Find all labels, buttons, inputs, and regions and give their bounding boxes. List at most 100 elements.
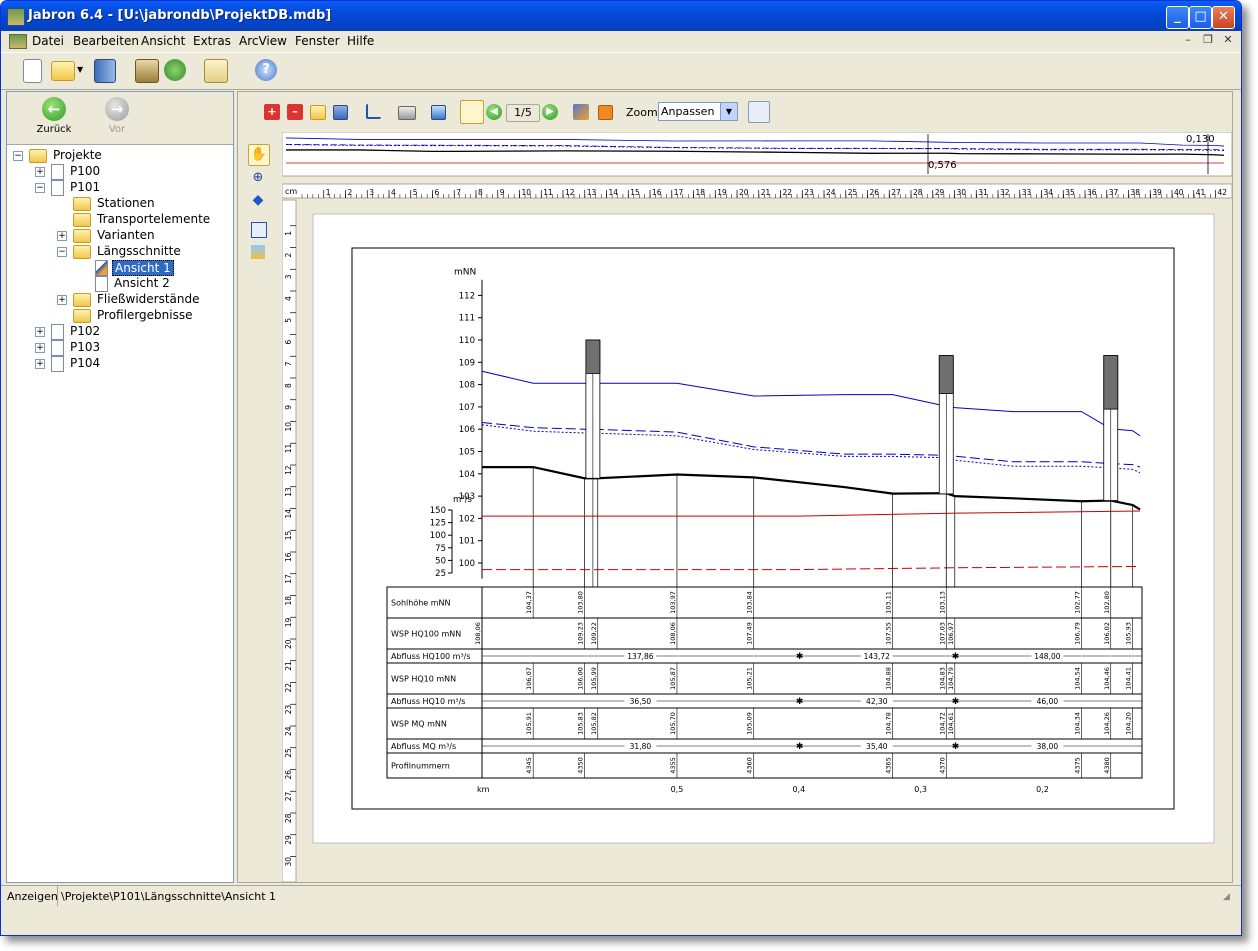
chevron-down-icon[interactable]: ▼	[720, 103, 737, 120]
discharge-tick-label: 50	[435, 556, 446, 566]
application-window: Jabron 6.4 - [U:\jabrondb\ProjektDB.mdb]…	[0, 0, 1242, 936]
maximize-button[interactable]: □	[1189, 6, 1212, 29]
new-document-icon[interactable]	[23, 59, 42, 83]
table-row-label: Abfluss HQ10 m³/s	[391, 697, 465, 706]
bridge-deck	[1103, 355, 1119, 410]
title-bar[interactable]: Jabron 6.4 - [U:\jabrondb\ProjektDB.mdb]…	[1, 1, 1241, 31]
ruler-label: 12	[565, 188, 575, 197]
table-cell-value: 105,87	[669, 667, 677, 690]
view-icon	[95, 260, 108, 276]
segment-value: 35,40	[866, 742, 888, 751]
table-cell-value: 4345	[525, 757, 533, 774]
hand-pan-icon[interactable]: ✋	[248, 144, 270, 166]
bridge-deck	[938, 355, 954, 394]
table-cell-value: 109,23	[576, 622, 584, 645]
image-icon[interactable]	[251, 245, 265, 259]
brush-icon[interactable]	[573, 104, 589, 120]
segment-value: 46,00	[1037, 697, 1059, 706]
table-cell-value: 104,72	[938, 712, 946, 735]
ruler-label: 32	[1000, 188, 1010, 197]
mdi-close-icon[interactable]: ✕	[1221, 33, 1235, 47]
collapse-icon[interactable]: −	[35, 183, 45, 193]
profile-plot[interactable]: 0,130 0,576 cm 1 2 3 4 5 6 7 8 9 10 11 12 13 14 15 16 17…	[281, 131, 1233, 883]
tree-node-label: Profilergebnisse	[97, 308, 193, 322]
expand-icon[interactable]: +	[35, 343, 45, 353]
menu-hilfe[interactable]: Hilfe	[347, 34, 374, 48]
printer-icon[interactable]	[398, 106, 416, 120]
status-divider	[57, 886, 58, 906]
collapse-icon[interactable]: −	[57, 247, 67, 257]
open-folder-icon[interactable]	[51, 61, 75, 81]
expand-icon[interactable]: +	[57, 231, 67, 241]
add-icon[interactable]: +	[264, 104, 280, 120]
remove-icon[interactable]: –	[287, 104, 303, 120]
y-tick-label: 107	[459, 403, 475, 413]
tree-node-label: Längsschnitte	[97, 244, 181, 258]
table-cell-value: 106,00	[576, 667, 584, 690]
table-cell-value: 4355	[669, 757, 677, 774]
expand-icon[interactable]: +	[35, 359, 45, 369]
page-setup-icon[interactable]	[251, 222, 267, 238]
window-icon[interactable]	[431, 105, 446, 120]
save-icon[interactable]	[333, 105, 348, 120]
discharge-tick-label: 125	[430, 519, 446, 529]
pages-toggle-icon[interactable]	[460, 100, 484, 124]
info-icon[interactable]: ◆	[248, 190, 268, 210]
table-row-label: WSP HQ10 mNN	[391, 675, 456, 684]
ruler-label: 1	[326, 188, 331, 197]
mdi-minimize-icon[interactable]: –	[1181, 33, 1195, 47]
forward-button[interactable]: → Vor	[87, 97, 147, 141]
menu-extras[interactable]: Extras	[193, 34, 231, 48]
expand-icon[interactable]: +	[35, 327, 45, 337]
next-page-icon[interactable]: ▶	[542, 104, 558, 120]
y-tick-label: 104	[459, 470, 475, 480]
ruler-label: 20	[739, 188, 749, 197]
back-button[interactable]: ← Zurück	[24, 97, 84, 141]
minimize-button[interactable]: _	[1166, 6, 1189, 29]
table-row-label: Abfluss MQ m³/s	[391, 742, 456, 751]
import-icon[interactable]	[135, 59, 159, 83]
segment-value: 42,30	[866, 697, 888, 706]
zoom-fit-icon[interactable]	[748, 101, 770, 123]
x-tick-label: 0,3	[914, 785, 927, 794]
resize-grip-icon[interactable]: ◢	[1223, 892, 1230, 902]
exit-door-icon[interactable]	[94, 59, 116, 83]
menu-arcview[interactable]: ArcView	[239, 34, 287, 48]
tree-node-label: Ansicht 2	[114, 276, 170, 290]
table-cell-value: 4370	[938, 757, 946, 774]
ruler-label: 15	[630, 188, 640, 197]
menu-ansicht[interactable]: Ansicht	[141, 34, 185, 48]
menu-datei[interactable]: Datei	[32, 34, 64, 48]
table-row-label: Abfluss HQ100 m³/s	[391, 652, 471, 661]
ruler-label: 27	[891, 188, 901, 197]
export-image-icon[interactable]	[598, 105, 613, 120]
axis-settings-icon[interactable]	[366, 104, 381, 119]
y-tick-label: 105	[459, 448, 475, 458]
dropdown-arrow-icon[interactable]: ▼	[77, 59, 85, 81]
expand-icon[interactable]: +	[35, 167, 45, 177]
collapse-icon[interactable]: −	[13, 151, 23, 161]
status-bar: Anzeigen \Projekte\P101\Längsschnitte\An…	[1, 885, 1241, 907]
expand-icon[interactable]: +	[57, 295, 67, 305]
open-icon[interactable]	[310, 105, 326, 120]
zoom-in-icon[interactable]: ⊕	[248, 168, 268, 188]
status-path: \Projekte\P101\Längsschnitte\Ansicht 1	[61, 890, 277, 903]
table-cell-value: 105,99	[590, 667, 598, 690]
ruler-label: 24	[826, 188, 836, 197]
tree-node-label: P101	[70, 180, 101, 194]
export-icon[interactable]	[164, 59, 186, 81]
zoom-select[interactable]: Anpassen ▼	[658, 102, 738, 121]
previous-page-icon[interactable]: ◀	[486, 104, 502, 120]
ruler-label: 6	[284, 340, 293, 345]
menu-fenster[interactable]: Fenster	[295, 34, 340, 48]
close-button[interactable]: ✕	[1212, 6, 1235, 29]
menu-bearbeiten[interactable]: Bearbeiten	[73, 34, 139, 48]
document-icon	[95, 276, 108, 292]
y-tick-label: 108	[459, 381, 475, 391]
folder-icon	[73, 309, 91, 323]
view-canvas[interactable]: 0,130 0,576 cm 1 2 3 4 5 6 7 8 9 10 11 12 13 14 15 16 17…	[281, 131, 1233, 883]
book-icon[interactable]	[204, 59, 228, 83]
mdi-restore-icon[interactable]: ❐	[1201, 33, 1215, 47]
folder-icon	[73, 229, 91, 243]
help-icon[interactable]: ?	[255, 59, 277, 81]
